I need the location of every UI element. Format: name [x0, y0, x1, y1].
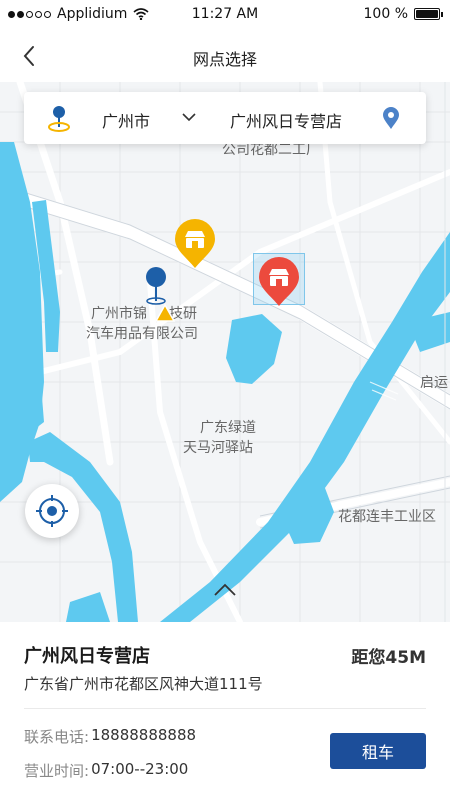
store-distance: 距您45M [351, 648, 426, 668]
phone-number[interactable]: 18888888888 [91, 726, 196, 747]
store-name: 广州风日专营店 [24, 646, 150, 667]
map-label: 天马河驿站 [183, 440, 253, 456]
map-label: 花都连丰工业区 [338, 509, 436, 525]
status-bar: Applidium 11:27 AM 100 % [0, 0, 450, 30]
crosshair-icon [36, 495, 68, 527]
page-title: 网点选择 [192, 50, 257, 69]
hours-label: 营业时间: [24, 762, 90, 780]
current-location-pin-icon [146, 267, 166, 305]
map-label: 广东绿道 [200, 420, 256, 436]
hours-row: 营业时间: 07:00--23:00 [24, 760, 188, 781]
city-selector[interactable]: 广州市 [102, 108, 150, 132]
battery-icon [414, 8, 443, 20]
location-pin-icon [48, 106, 70, 132]
store-marker-selected[interactable] [257, 256, 301, 308]
location-search-card: 广州市 广州风日专营店 [24, 92, 426, 144]
map-label: 启运 [420, 375, 448, 391]
map-label: 广州市锦 [91, 306, 147, 322]
map-view[interactable]: 公司花都二工厂 广州市锦 技研 汽车用品有限公司 广东绿道 天马河驿站 花都连丰… [0, 82, 450, 622]
business-hours: 07:00--23:00 [91, 760, 189, 778]
nav-bar: 网点选择 [0, 30, 450, 82]
battery-percent: 100 % [363, 6, 408, 22]
triangle-marker-icon [154, 303, 176, 322]
phone-row: 联系电话: 18888888888 [24, 726, 196, 747]
chevron-down-icon[interactable] [182, 112, 196, 122]
chevron-up-icon [214, 583, 236, 596]
locate-me-button[interactable] [25, 484, 79, 538]
status-right: 100 % [363, 6, 443, 22]
store-field[interactable]: 广州风日专营店 [230, 108, 342, 132]
map-label: 汽车用品有限公司 [86, 326, 198, 342]
divider [24, 708, 426, 709]
phone-label: 联系电话: [24, 728, 90, 746]
store-info-panel: 广州风日专营店 距您45M 广东省广州市花都区风神大道111号 联系电话: 18… [0, 622, 450, 800]
store-address: 广东省广州市花都区风神大道111号 [24, 675, 263, 693]
map-base [0, 82, 450, 622]
map-pin-icon[interactable] [382, 106, 400, 130]
expand-panel-button[interactable] [212, 580, 238, 600]
rent-car-button[interactable]: 租车 [330, 733, 426, 769]
store-marker-yellow[interactable] [173, 218, 217, 270]
